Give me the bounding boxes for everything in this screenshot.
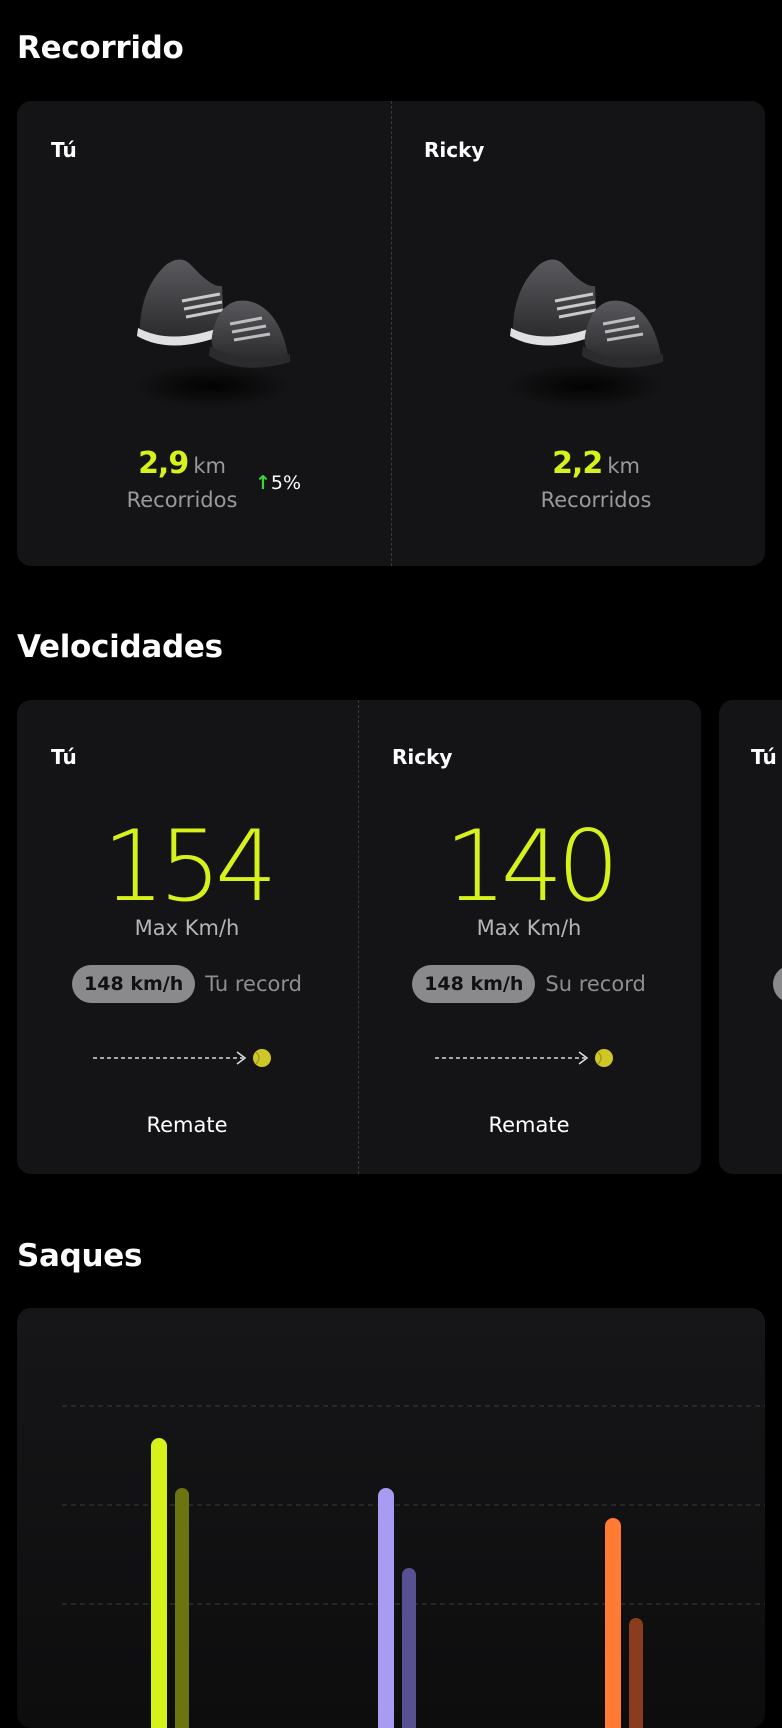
player-name-you: Tú xyxy=(51,138,77,162)
record-label: Tu record xyxy=(205,972,302,996)
distance-value-row: 2,9 km xyxy=(82,446,282,481)
section-title-velocidades: Velocidades xyxy=(17,629,223,665)
max-speed-label: Max Km/h xyxy=(134,916,240,940)
distance-value: 2,9 xyxy=(138,446,189,481)
chart-bar xyxy=(151,1438,167,1728)
saques-chart-card[interactable] xyxy=(17,1308,765,1728)
velocidades-card[interactable]: Tú 154 Max Km/h 148 km/h Tu record Remat… xyxy=(17,700,701,1174)
card-divider xyxy=(358,700,359,1174)
max-speed-value: 154 xyxy=(102,810,277,924)
chart-bar xyxy=(402,1568,416,1728)
saques-chart xyxy=(62,1405,765,1728)
record-pill xyxy=(773,965,782,1003)
distance-label: Recorridos xyxy=(126,488,238,512)
player-name-you: Tú xyxy=(751,745,777,769)
shot-trajectory xyxy=(93,1048,293,1068)
tennis-ball-icon xyxy=(253,1049,271,1067)
record-label: Su record xyxy=(545,972,646,996)
shoe-image xyxy=(112,206,302,426)
player-name-you: Tú xyxy=(51,745,77,769)
section-title-recorrido: Recorrido xyxy=(17,30,184,66)
record-pill: 148 km/h xyxy=(72,965,196,1003)
shot-trajectory xyxy=(435,1048,635,1068)
chart-bar xyxy=(629,1618,643,1728)
shoe-image xyxy=(485,206,675,426)
record-row: 148 km/h Tu record xyxy=(37,965,337,1003)
distance-label: Recorridos xyxy=(540,488,652,512)
distance-value-row: 2,2 km xyxy=(496,446,696,481)
shot-type: Remate xyxy=(488,1113,570,1137)
recorrido-card[interactable]: Tú 2,9 km Recorridos ↑5% Ricky 2,2 km Re… xyxy=(17,101,765,566)
shot-type: Remate xyxy=(146,1113,228,1137)
max-speed-label: Max Km/h xyxy=(476,916,582,940)
tennis-ball-icon xyxy=(595,1049,613,1067)
record-pill: 148 km/h xyxy=(412,965,536,1003)
distance-unit: km xyxy=(193,454,226,478)
record-row: 148 km/h Su record xyxy=(379,965,679,1003)
player-name-ricky: Ricky xyxy=(424,138,485,162)
section-title-saques: Saques xyxy=(17,1238,143,1274)
chart-bar xyxy=(605,1518,621,1728)
player-name-ricky: Ricky xyxy=(392,745,453,769)
velocidades-card-next[interactable]: Tú xyxy=(719,700,782,1174)
chart-bar xyxy=(378,1488,394,1728)
max-speed-value: 140 xyxy=(444,810,619,924)
distance-value: 2,2 xyxy=(552,446,603,481)
trend-value: 5% xyxy=(270,472,302,494)
trend-badge: ↑5% xyxy=(255,472,301,494)
chart-bar xyxy=(175,1488,189,1728)
card-divider xyxy=(391,101,392,566)
distance-unit: km xyxy=(607,454,640,478)
arrow-up-icon: ↑ xyxy=(255,472,271,494)
